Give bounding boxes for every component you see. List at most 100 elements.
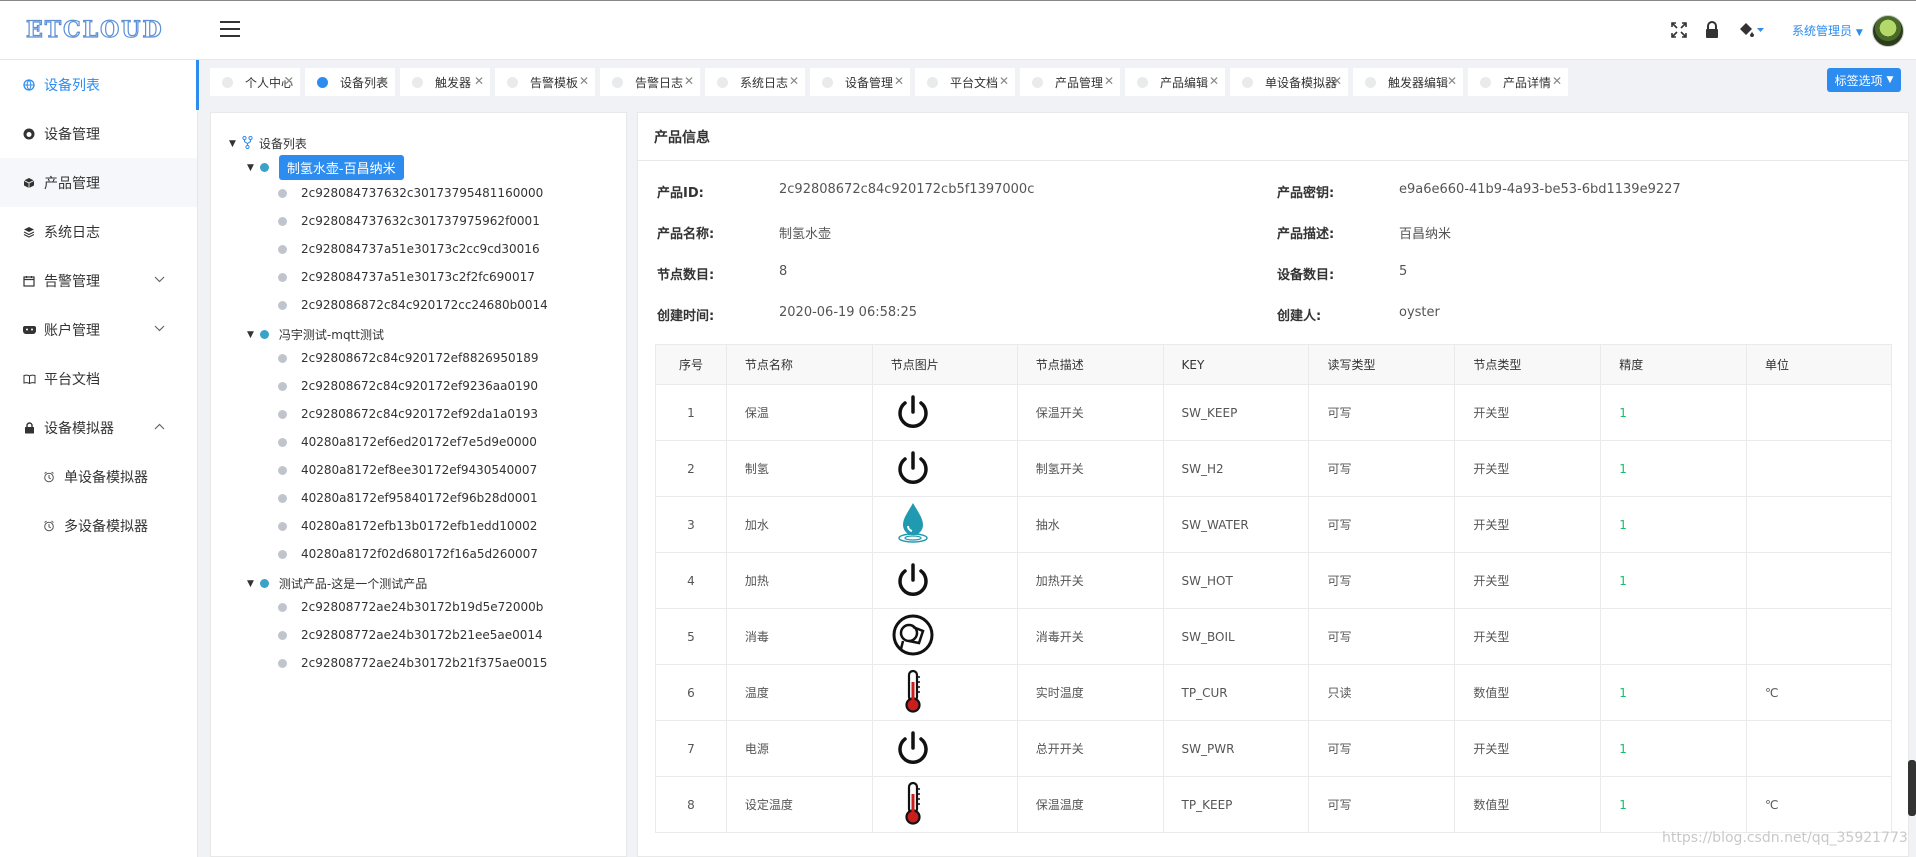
close-icon[interactable]: ✕ <box>684 74 694 88</box>
close-icon[interactable]: ✕ <box>579 74 589 88</box>
tree-device-node[interactable]: 40280a8172ef6ed20172ef7e5d9e0000 <box>278 435 537 449</box>
disinfect-icon <box>891 613 935 657</box>
device-id: 40280a8172f02d680172f16a5d260007 <box>301 547 538 561</box>
sidebar-item-product-management[interactable]: 产品管理 <box>0 158 197 207</box>
tree-device-node[interactable]: 40280a8172ef8ee30172ef9430540007 <box>278 463 537 477</box>
tree-device-node[interactable]: 40280a8172ef95840172ef96b28d0001 <box>278 491 538 505</box>
alarm-clock-icon <box>42 520 56 532</box>
tree-device-node[interactable]: 2c92808772ae24b30172b21ee5ae0014 <box>278 628 543 642</box>
close-icon[interactable]: ✕ <box>789 74 799 88</box>
chevron-down-icon: ▼ <box>1855 28 1863 38</box>
tab-label: 告警日志 <box>635 75 684 90</box>
tree-device-node[interactable]: 2c92808772ae24b30172b21f375ae0015 <box>278 656 547 670</box>
cell-unit <box>1746 384 1892 441</box>
table-row[interactable]: 3 加水 抽水 SW_WATER 可写 开关型 1 <box>655 496 1892 553</box>
tree-device-node[interactable]: 40280a8172efb13b0172efb1edd10002 <box>278 519 537 533</box>
tab-item[interactable]: 设备列表 ✕ <box>305 68 395 96</box>
paint-bucket-icon[interactable] <box>1734 19 1768 41</box>
fullscreen-icon[interactable] <box>1668 19 1690 41</box>
tab-item[interactable]: 产品管理 ✕ <box>1020 68 1120 96</box>
close-icon[interactable]: ✕ <box>379 74 389 88</box>
tab-item[interactable]: 告警模板 ✕ <box>495 68 595 96</box>
cell-desc: 实时温度 <box>1016 664 1164 721</box>
sidebar-item-platform-docs[interactable]: 平台文档 <box>0 354 197 403</box>
close-icon[interactable]: ✕ <box>284 74 294 88</box>
product-secret-value: e9a6e660-41b9-4a93-be53-6bd1139e9227 <box>1399 182 1681 197</box>
close-icon[interactable]: ✕ <box>1104 74 1114 88</box>
tree-device-node[interactable]: 2c92808772ae24b30172b19d5e72000b <box>278 600 543 614</box>
close-icon[interactable]: ✕ <box>999 74 1009 88</box>
sidebar-item-alarm-management[interactable]: 告警管理 <box>0 256 197 305</box>
tree-device-node[interactable]: 40280a8172f02d680172f16a5d260007 <box>278 547 538 561</box>
power-icon <box>891 391 935 435</box>
cell-value: 保温开关 <box>1035 406 1084 420</box>
cell-value: 开关型 <box>1473 406 1510 420</box>
sidebar-item-label: 设备管理 <box>44 126 100 143</box>
close-icon[interactable]: ✕ <box>1332 74 1342 88</box>
table-row[interactable]: 8 设定温度 保温温度 TP_KEEP 可写 数值型 1 ℃ <box>655 776 1892 833</box>
table-row[interactable]: 4 加热 加热开关 SW_HOT 可写 开关型 1 <box>655 552 1892 609</box>
close-icon[interactable]: ✕ <box>474 74 484 88</box>
lock-icon[interactable] <box>1701 19 1723 41</box>
sidebar-item-system-log[interactable]: 系统日志 <box>0 207 197 256</box>
tab-item[interactable]: 个人中心 ✕ <box>210 68 300 96</box>
close-icon[interactable]: ✕ <box>1552 74 1562 88</box>
user-menu[interactable]: 系统管理员 ▼ <box>1792 22 1863 39</box>
close-icon[interactable]: ✕ <box>1209 74 1219 88</box>
tree-group-node[interactable]: ▼ 制氢水壶-百昌纳米 <box>247 155 404 180</box>
tree-device-node[interactable]: 2c92808672c84c920172ef8826950189 <box>278 351 539 365</box>
close-icon[interactable]: ✕ <box>1447 74 1457 88</box>
tree-device-node[interactable]: 2c928084737a51e30173c2f2fc690017 <box>278 270 535 284</box>
cell-name: 保温 <box>725 384 873 441</box>
tab-item[interactable]: 设备管理 ✕ <box>810 68 910 96</box>
tree-device-node[interactable]: 2c928086872c84c920172cc24680b0014 <box>278 298 548 312</box>
cell-value: 6 <box>687 685 695 700</box>
sidebar-item-device-simulator[interactable]: 设备模拟器 <box>0 403 197 452</box>
device-id: 2c928086872c84c920172cc24680b0014 <box>301 298 548 312</box>
tree-device-node[interactable]: 2c928084737632c301737975962f0001 <box>278 214 540 228</box>
table-row[interactable]: 2 制氢 制氢开关 SW_H2 可写 开关型 1 <box>655 440 1892 497</box>
tab-options-button[interactable]: 标签选项 ▼ <box>1827 68 1901 92</box>
cell-desc: 保温开关 <box>1016 384 1164 441</box>
node-bullet <box>278 521 287 531</box>
sidebar-subitem-single-simulator[interactable]: 单设备模拟器 <box>0 452 197 501</box>
tree-device-node[interactable]: 2c92808672c84c920172ef92da1a0193 <box>278 407 538 421</box>
cell-value: 1 <box>1619 405 1627 420</box>
sidebar-subitem-multi-simulator[interactable]: 多设备模拟器 <box>0 501 197 550</box>
cell-no: 8 <box>655 776 727 833</box>
sidebar-item-device-management[interactable]: 设备管理 <box>0 109 197 158</box>
close-icon[interactable]: ✕ <box>894 74 904 88</box>
tab-item[interactable]: 系统日志 ✕ <box>705 68 805 96</box>
scrollbar[interactable] <box>1908 760 1916 816</box>
table-row[interactable]: 5 消毒 消毒开关 SW_BOIL 可写 开关型 <box>655 608 1892 665</box>
product-name-label: 产品名称: <box>657 227 715 242</box>
tab-item[interactable]: 触发器编辑 ✕ <box>1353 68 1463 96</box>
tab-label: 产品编辑 <box>1160 75 1209 90</box>
tab-item[interactable]: 产品详情 ✕ <box>1468 68 1568 96</box>
table-row[interactable]: 6 温度 实时温度 TP_CUR 只读 数值型 1 ℃ <box>655 664 1892 721</box>
table-row[interactable]: 1 保温 保温开关 SW_KEEP 可写 开关型 1 <box>655 384 1892 441</box>
tree-group-node[interactable]: ▼ 测试产品-这是一个测试产品 <box>247 575 427 592</box>
tree-group-node[interactable]: ▼ 冯宇测试-mqtt测试 <box>247 326 384 343</box>
tree-device-node[interactable]: 2c928084737632c30173795481160000 <box>278 186 543 200</box>
cell-unit: ℃ <box>1746 776 1892 833</box>
thermometer-icon <box>891 781 935 825</box>
table-row[interactable]: 7 电源 总开开关 SW_PWR 可写 开关型 1 <box>655 720 1892 777</box>
tab-item[interactable]: 告警日志 ✕ <box>600 68 700 96</box>
avatar[interactable] <box>1872 15 1904 47</box>
tab-item[interactable]: 单设备模拟器 ✕ <box>1230 68 1348 96</box>
cell-rw: 可写 <box>1308 720 1456 777</box>
sidebar-item-account-management[interactable]: 账户管理 <box>0 305 197 354</box>
cell-rw: 可写 <box>1308 608 1456 665</box>
tab-item[interactable]: 触发器 ✕ <box>400 68 490 96</box>
hamburger-menu-icon[interactable] <box>220 21 240 37</box>
tab-item[interactable]: 产品编辑 ✕ <box>1125 68 1225 96</box>
sidebar-item-device-list[interactable]: 设备列表 <box>0 60 197 109</box>
tab-item[interactable]: 平台文档 ✕ <box>915 68 1015 96</box>
tree-root[interactable]: ▼ 设备列表 <box>229 135 307 152</box>
tree-device-node[interactable]: 2c92808672c84c920172ef9236aa0190 <box>278 379 538 393</box>
app-logo[interactable]: ETCLOUD <box>25 16 164 43</box>
tab-label: 产品详情 <box>1503 75 1552 90</box>
tree-device-node[interactable]: 2c928084737a51e30173c2cc9cd30016 <box>278 242 540 256</box>
tab-dot <box>927 76 938 88</box>
